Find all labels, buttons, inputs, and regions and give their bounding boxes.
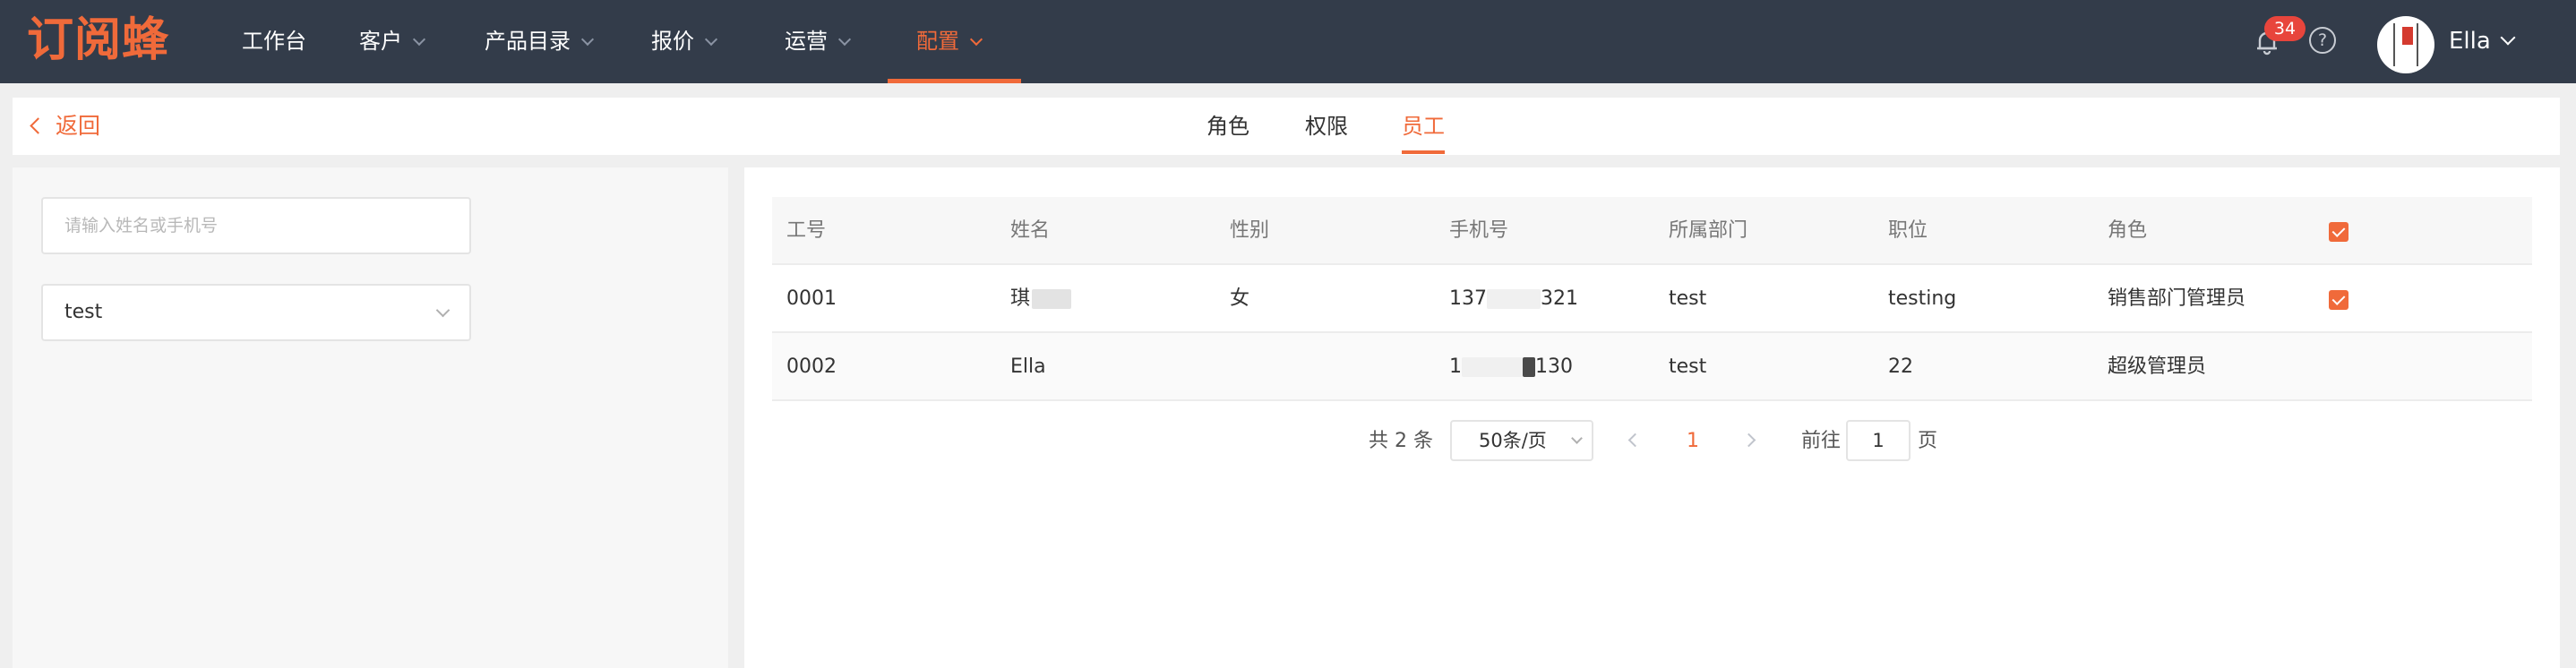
nav-item-label: 配置 (916, 29, 959, 54)
select-value: test (64, 301, 103, 323)
chevron-left-icon (30, 117, 47, 134)
help-icon[interactable]: ? (2309, 27, 2336, 54)
cell-name-text: 琪 (1010, 287, 1031, 310)
cell-name: Ella (1010, 355, 1046, 378)
nav-item-operations[interactable]: 运营 (785, 0, 852, 83)
header-cell-phone: 手机号 (1449, 219, 1509, 242)
employee-table-panel: 工号 姓名 性别 手机号 所属部门 职位 角色 0001 琪 女 137 321 … (744, 167, 2560, 668)
phone-prefix: 137 (1449, 287, 1487, 310)
avatar[interactable] (2377, 16, 2434, 73)
chevron-down-icon[interactable] (2500, 30, 2516, 46)
cell-gender: 女 (1230, 287, 1250, 310)
nav-item-label: 产品目录 (485, 29, 571, 54)
phone-suffix: 130 (1535, 355, 1573, 378)
cell-id: 0001 (786, 287, 837, 310)
nav-item-product-catalog[interactable]: 产品目录 (485, 0, 595, 83)
chevron-down-icon (704, 32, 718, 47)
tab-employees[interactable]: 员工 (1402, 98, 1445, 155)
page-size-select[interactable]: 50条/页 (1450, 420, 1593, 461)
row-checkbox[interactable] (2329, 290, 2348, 310)
top-navbar: 订阅蜂 工作台 客户 产品目录 报价 运营 配置 34 ? Ella (0, 0, 2576, 83)
header-cell-department: 所属部门 (1669, 219, 1748, 242)
cell-department: test (1669, 287, 1707, 310)
nav-item-label: 报价 (651, 29, 694, 54)
chevron-down-icon (837, 32, 852, 47)
chevron-down-icon (1571, 432, 1583, 444)
redacted-mask (1523, 357, 1535, 377)
nav-item-workbench[interactable]: 工作台 (242, 0, 306, 83)
nav-item-label: 运营 (785, 29, 828, 54)
pagination: 共 2 条 50条/页 1 前往 页 (744, 420, 2560, 463)
nav-item-label: 客户 (359, 29, 402, 54)
chevron-down-icon (412, 32, 426, 47)
goto-label: 前往 (1801, 430, 1842, 452)
back-label: 返回 (56, 113, 101, 139)
nav-item-quotes[interactable]: 报价 (651, 0, 718, 83)
table-header-row: 工号 姓名 性别 手机号 所属部门 职位 角色 (772, 197, 2532, 265)
nav-active-indicator (888, 79, 1021, 83)
cell-phone: 1 130 (1449, 333, 1573, 401)
cell-name: 琪 (1010, 265, 1072, 333)
brand-logo[interactable]: 订阅蜂 (27, 13, 190, 68)
cell-department: test (1669, 355, 1707, 378)
employee-table: 工号 姓名 性别 手机号 所属部门 职位 角色 0001 琪 女 137 321 … (772, 197, 2532, 401)
tab-active-indicator (1402, 150, 1445, 154)
nav-item-settings[interactable]: 配置 (916, 0, 983, 83)
next-page-icon[interactable] (1741, 432, 1756, 448)
table-row[interactable]: 0002 Ella 1 130 test 22 超级管理员 (772, 333, 2532, 401)
cell-phone: 137 321 (1449, 265, 1578, 333)
cell-id: 0002 (786, 355, 837, 378)
redacted-mask (1032, 289, 1072, 309)
tab-roles[interactable]: 角色 (1206, 98, 1249, 155)
phone-prefix: 1 (1449, 355, 1462, 378)
goto-page-input[interactable] (1846, 420, 1911, 461)
select-all-checkbox[interactable] (2329, 222, 2348, 242)
redacted-mask (1462, 357, 1523, 377)
header-cell-position: 职位 (1888, 219, 1928, 242)
chevron-down-icon (435, 303, 451, 318)
page-unit-label: 页 (1918, 430, 1938, 452)
cell-position: testing (1888, 287, 1957, 310)
page-size-value: 50条/页 (1479, 430, 1547, 451)
table-row[interactable]: 0001 琪 女 137 321 test testing 销售部门管理员 (772, 265, 2532, 333)
cell-role: 销售部门管理员 (2108, 287, 2246, 310)
notification-badge: 34 (2264, 16, 2306, 41)
header-cell-role: 角色 (2108, 219, 2148, 242)
filter-panel: test (13, 167, 728, 668)
phone-suffix: 321 (1541, 287, 1578, 310)
page-number-current[interactable]: 1 (1681, 420, 1704, 463)
department-select[interactable]: test (41, 284, 471, 341)
header-cell-name: 姓名 (1010, 219, 1051, 242)
tab-permissions[interactable]: 权限 (1305, 98, 1348, 155)
nav-item-customers[interactable]: 客户 (359, 0, 426, 83)
nav-item-label: 工作台 (242, 29, 306, 54)
sub-header: 返回 角色 权限 员工 (13, 98, 2560, 155)
cell-position: 22 (1888, 355, 1913, 378)
pagination-total: 共 2 条 (1369, 430, 1433, 452)
cell-role: 超级管理员 (2108, 355, 2207, 378)
user-name[interactable]: Ella (2449, 25, 2491, 57)
header-cell-id: 工号 (786, 219, 827, 242)
header-cell-gender: 性别 (1230, 219, 1270, 242)
back-button[interactable]: 返回 (25, 98, 100, 155)
search-input[interactable] (41, 197, 471, 254)
chevron-down-icon (580, 32, 595, 47)
redacted-mask (1487, 289, 1541, 309)
prev-page-icon[interactable] (1627, 432, 1643, 448)
chevron-down-icon (969, 32, 983, 47)
